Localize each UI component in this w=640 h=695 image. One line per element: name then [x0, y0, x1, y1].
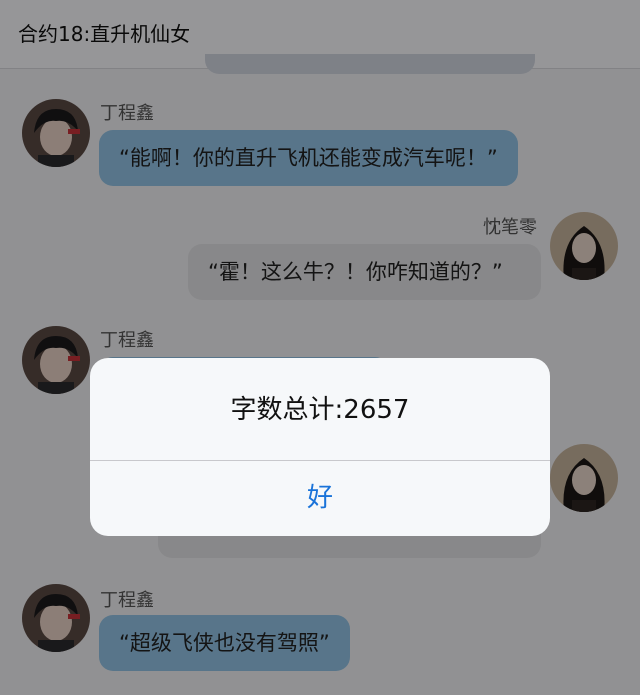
alert-message: 字数总计:2657 — [230, 395, 410, 425]
modal-dim-overlay — [0, 0, 640, 695]
ok-button[interactable]: 好 — [90, 461, 550, 536]
word-count-alert: 字数总计:2657 好 — [90, 358, 550, 536]
